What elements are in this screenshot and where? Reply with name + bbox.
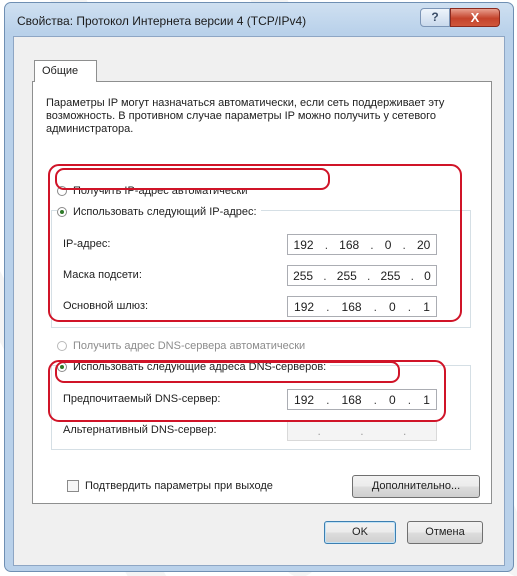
radio-dns-manual-indicator xyxy=(57,362,67,372)
radio-dns-manual[interactable]: Использовать следующие адреса DNS-сервер… xyxy=(57,361,331,373)
ip-address-input[interactable]: 192. 168. 0. 20 xyxy=(287,234,437,255)
octet: 1 xyxy=(423,299,430,314)
octet-separator: . xyxy=(324,237,329,252)
octet-separator: . xyxy=(407,299,412,314)
radio-ip-auto[interactable]: Получить IP-адрес автоматически xyxy=(57,185,247,197)
octet-separator: . xyxy=(317,423,321,438)
gateway-row: Основной шлюз: 192. 168. 0. 1 xyxy=(57,296,447,318)
octet: 255 xyxy=(293,268,314,283)
dialog-window: Свойства: Протокол Интернета версии 4 (T… xyxy=(4,2,514,572)
title-bar[interactable]: Свойства: Протокол Интернета версии 4 (T… xyxy=(5,3,513,39)
radio-dns-auto[interactable]: Получить адрес DNS-сервера автоматически xyxy=(57,340,305,352)
octet: 1 xyxy=(423,392,430,407)
close-icon: X xyxy=(470,10,480,25)
gateway-input[interactable]: 192. 168. 0. 1 xyxy=(287,296,437,317)
octet-separator: . xyxy=(326,299,330,314)
octet-separator: . xyxy=(407,392,412,407)
validate-checkbox-row[interactable]: Подтвердить параметры при выходе xyxy=(67,480,273,492)
alternate-dns-label: Альтернативный DNS-сервер: xyxy=(63,424,217,436)
alternate-dns-input[interactable]: . . . xyxy=(287,420,437,441)
octet: 255 xyxy=(336,268,357,283)
close-button[interactable]: X xyxy=(450,8,500,27)
cancel-button[interactable]: Отмена xyxy=(407,521,483,544)
octet: 0 xyxy=(424,268,431,283)
alternate-dns-row: Альтернативный DNS-сервер: . . . xyxy=(57,420,447,442)
octet: 168 xyxy=(339,237,360,252)
preferred-dns-input[interactable]: 192. 168. 0. 1 xyxy=(287,389,437,410)
help-button[interactable]: ? xyxy=(420,8,450,27)
radio-ip-manual[interactable]: Использовать следующий IP-адрес: xyxy=(57,206,261,218)
octet-separator: . xyxy=(366,268,371,283)
dialog-client-area: Общие Параметры IP могут назначаться авт… xyxy=(13,36,505,566)
radio-ip-manual-label: Использовать следующий IP-адрес: xyxy=(73,206,257,218)
subnet-mask-input[interactable]: 255. 255. 255. 0 xyxy=(287,265,437,286)
octet: 255 xyxy=(380,268,401,283)
octet: 192 xyxy=(294,299,315,314)
octet-separator: . xyxy=(410,268,414,283)
radio-ip-auto-label: Получить IP-адрес автоматически xyxy=(73,185,248,197)
subnet-mask-label: Маска подсети: xyxy=(63,269,142,281)
octet-separator: . xyxy=(323,268,327,283)
preferred-dns-row: Предпочитаемый DNS-сервер: 192. 168. 0. … xyxy=(57,389,447,411)
octet: 168 xyxy=(341,392,362,407)
octet-separator: . xyxy=(403,423,407,438)
octet-separator: . xyxy=(402,237,406,252)
tab-general[interactable]: Общие xyxy=(34,60,97,82)
radio-dns-auto-label: Получить адрес DNS-сервера автоматически xyxy=(73,340,306,352)
octet-separator: . xyxy=(373,299,377,314)
octet: 168 xyxy=(341,299,362,314)
ip-address-row: IP-адрес: 192. 168. 0. 20 xyxy=(57,234,447,256)
octet: 0 xyxy=(389,392,396,407)
ok-button[interactable]: OK xyxy=(324,521,396,544)
window-title: Свойства: Протокол Интернета версии 4 (T… xyxy=(17,14,307,28)
octet: 0 xyxy=(384,237,392,252)
radio-dns-manual-label: Использовать следующие адреса DNS-сервер… xyxy=(73,361,327,373)
radio-ip-auto-indicator xyxy=(57,186,67,196)
octet-separator: . xyxy=(326,392,330,407)
general-tab-panel: Параметры IP могут назначаться автоматич… xyxy=(32,81,492,504)
gateway-label: Основной шлюз: xyxy=(63,300,149,312)
ip-address-label: IP-адрес: xyxy=(63,238,111,250)
validate-checkbox-label: Подтвердить параметры при выходе xyxy=(85,480,273,492)
validate-checkbox[interactable] xyxy=(67,480,79,492)
octet: 20 xyxy=(416,237,431,252)
octet: 0 xyxy=(389,299,396,314)
radio-dns-auto-indicator xyxy=(57,341,67,351)
octet-separator: . xyxy=(373,392,377,407)
radio-ip-manual-indicator xyxy=(57,207,67,217)
description-text: Параметры IP могут назначаться автоматич… xyxy=(46,97,445,135)
subnet-mask-row: Маска подсети: 255. 255. 255. 0 xyxy=(57,265,447,287)
octet-separator: . xyxy=(370,237,374,252)
advanced-button[interactable]: Дополнительно... xyxy=(352,475,480,498)
octet-separator: . xyxy=(360,423,364,438)
octet: 192 xyxy=(293,237,314,252)
preferred-dns-label: Предпочитаемый DNS-сервер: xyxy=(63,393,221,405)
octet: 192 xyxy=(294,392,315,407)
